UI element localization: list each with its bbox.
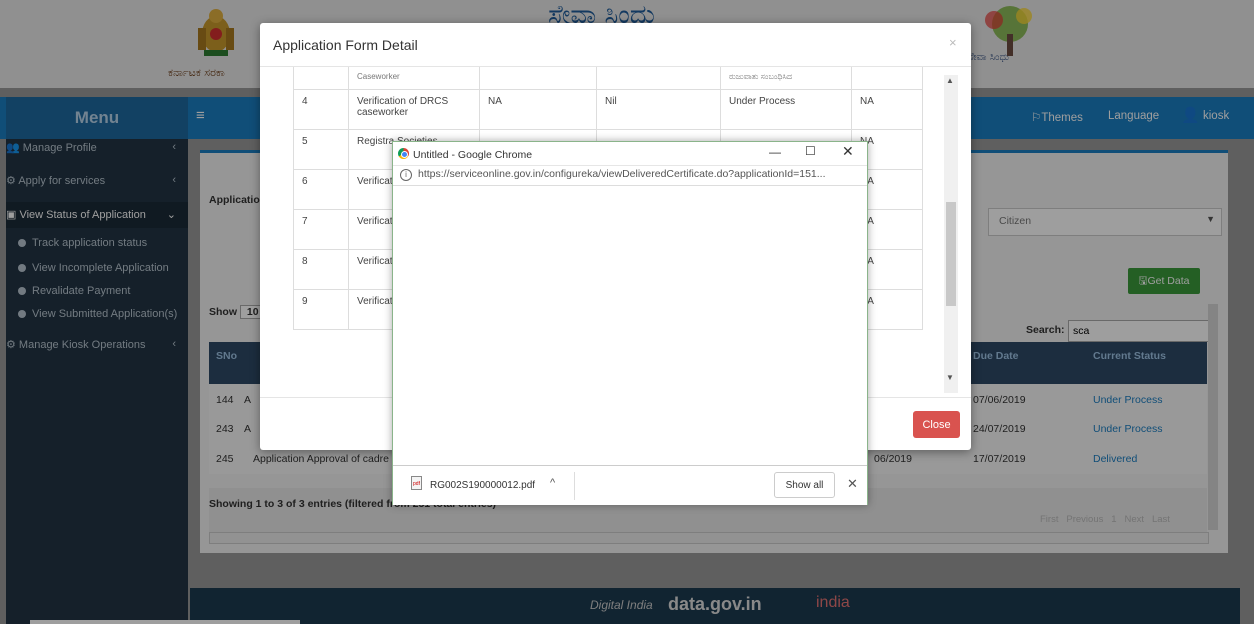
pdf-file-icon[interactable]: pdf: [411, 476, 422, 490]
modal-scrollbar-thumb[interactable]: [946, 202, 956, 306]
url-text[interactable]: https://serviceonline.gov.in/configureka…: [418, 168, 826, 180]
table-row: 4 Verification of DRCS caseworker NA Nil…: [293, 89, 923, 130]
minimize-icon[interactable]: —: [769, 145, 781, 159]
window-title: Untitled - Google Chrome: [413, 149, 533, 161]
address-bar[interactable]: i https://serviceonline.gov.in/configure…: [393, 165, 867, 186]
maximize-icon[interactable]: ☐: [805, 144, 816, 158]
show-all-button[interactable]: Show all: [774, 472, 835, 498]
modal-title: Application Form Detail: [273, 37, 418, 53]
scroll-up-arrow-icon[interactable]: ▲: [946, 76, 954, 85]
scroll-down-arrow-icon[interactable]: ▼: [946, 373, 954, 382]
table-row: Caseworker ರುಜುವಾತು ಸಂಬಂಧಿಸಿದ: [293, 67, 923, 90]
close-icon[interactable]: ×: [949, 35, 957, 50]
info-icon[interactable]: i: [400, 169, 412, 181]
download-file-name[interactable]: RG002S190000012.pdf: [430, 480, 535, 491]
close-icon[interactable]: ✕: [847, 476, 858, 492]
chrome-popup-window: Untitled - Google Chrome — ☐ ✕ i https:/…: [392, 141, 868, 505]
divider: [574, 472, 575, 500]
window-close-icon[interactable]: ✕: [842, 143, 854, 160]
chrome-logo-icon: [398, 148, 409, 159]
chevron-up-icon[interactable]: ^: [550, 477, 555, 489]
close-button[interactable]: Close: [913, 411, 960, 438]
download-bar: pdf RG002S190000012.pdf ^ Show all ✕: [393, 465, 867, 505]
